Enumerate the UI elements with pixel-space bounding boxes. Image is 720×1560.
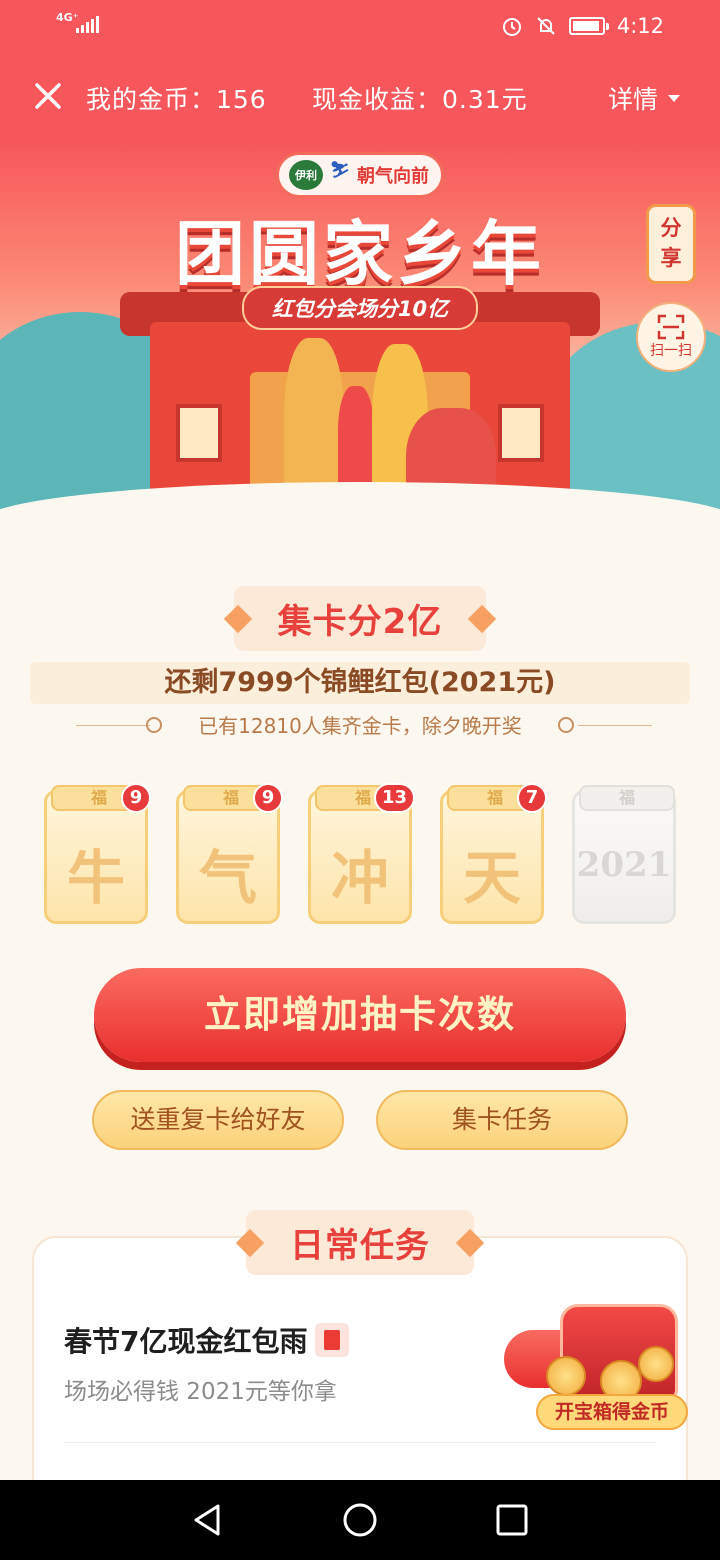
detail-label: 详情 <box>607 85 658 114</box>
collect-notice: 已有12810人集齐金卡，除夕晚开奖 <box>198 714 522 738</box>
clock: 4:12 <box>616 14 664 38</box>
open-chest-button[interactable]: 开宝箱得金币 <box>536 1394 688 1430</box>
sponsor-slogan: 朝气向前 <box>357 166 429 187</box>
card-count-badge: 13 <box>373 783 415 813</box>
detail-button[interactable]: 详情 <box>608 80 680 116</box>
card-character: 2021 <box>576 845 672 885</box>
sponsor-logo: 伊利 <box>289 160 323 190</box>
share-label-line-1: 分 <box>660 216 682 240</box>
coin-balance: 我的金币：156 <box>86 85 267 114</box>
share-button[interactable]: 分 享 <box>646 204 696 284</box>
window <box>498 404 544 462</box>
gold-coin-icon <box>546 1356 586 1396</box>
recents-icon[interactable] <box>492 1500 532 1540</box>
sponsor-badge: 伊利 ⛷ 朝气向前 <box>276 152 444 198</box>
app-header: 我的金币：156 现金收益：0.31元 详情 <box>0 56 720 142</box>
mute-icon <box>537 17 555 35</box>
signal-icon <box>76 16 99 33</box>
status-bar: 4G⁺ 4:12 <box>0 0 720 56</box>
system-nav-bar <box>0 1480 720 1560</box>
child-figure <box>338 386 374 496</box>
scan-label: 扫一扫 <box>650 343 692 359</box>
card-count-badge: 9 <box>121 783 151 813</box>
task-divider <box>64 1442 656 1443</box>
daily-section-title: 日常任务 <box>246 1210 474 1275</box>
back-icon[interactable] <box>188 1500 228 1540</box>
daily-section-header: 日常任务 <box>0 1210 720 1275</box>
card-character: 气 <box>198 844 257 912</box>
scan-icon <box>657 314 685 340</box>
hero-subtitle: 红包分会场分10亿 <box>241 286 479 330</box>
task-subtitle: 场场必得钱 2021元等你拿 <box>64 1379 337 1405</box>
red-envelope-icon <box>315 1323 350 1357</box>
task-title-text: 春节7亿现金红包雨 <box>64 1325 308 1358</box>
share-label-line-2: 享 <box>660 246 682 270</box>
scan-button[interactable]: 扫一扫 <box>636 302 706 372</box>
remaining-prizes-banner: 还剩7999个锦鲤红包(2021元) <box>30 662 690 704</box>
cash-earnings: 现金收益：0.31元 <box>312 85 528 114</box>
card-character: 牛 <box>66 844 125 912</box>
collect-section-title: 集卡分2亿 <box>233 586 487 651</box>
card-count-badge: 7 <box>517 783 547 813</box>
add-draw-chances-button[interactable]: 立即增加抽卡次数 <box>94 968 626 1062</box>
olympic-logo-icon: ⛷ <box>329 160 351 179</box>
fortune-card-2021-locked[interactable]: 福 2021 <box>572 785 676 924</box>
alarm-icon <box>502 18 521 36</box>
fortune-card-niu[interactable]: 福 牛 9 <box>44 783 151 924</box>
battery-icon <box>568 17 609 35</box>
card-tasks-button[interactable]: 集卡任务 <box>376 1090 628 1150</box>
card-ribbon: 福 <box>579 785 675 811</box>
fortune-card-tian[interactable]: 福 天 7 <box>440 783 547 924</box>
close-icon[interactable] <box>32 80 64 112</box>
status-icons: 4:12 <box>501 14 664 38</box>
divider-line <box>578 725 652 726</box>
fortune-card-chong[interactable]: 福 冲 13 <box>308 783 415 924</box>
card-character: 冲 <box>330 844 389 912</box>
window <box>176 404 222 462</box>
gift-duplicate-cards-button[interactable]: 送重复卡给好友 <box>92 1090 344 1150</box>
card-character: 天 <box>462 844 521 912</box>
caret-down-icon <box>668 94 680 102</box>
ornament-icon <box>558 717 574 733</box>
card-count-badge: 9 <box>253 783 283 813</box>
fortune-card-qi[interactable]: 福 气 9 <box>176 783 283 924</box>
hero-banner: 伊利 ⛷ 朝气向前 团圆家乡年 红包分会场分10亿 分 享 扫一扫 <box>0 142 720 542</box>
task-title: 春节7亿现金红包雨 <box>64 1320 350 1360</box>
home-icon[interactable] <box>340 1500 380 1540</box>
collect-section-header: 集卡分2亿 <box>0 586 720 651</box>
hero-title: 团圆家乡年 <box>175 213 545 295</box>
gold-coin-icon <box>638 1346 674 1382</box>
